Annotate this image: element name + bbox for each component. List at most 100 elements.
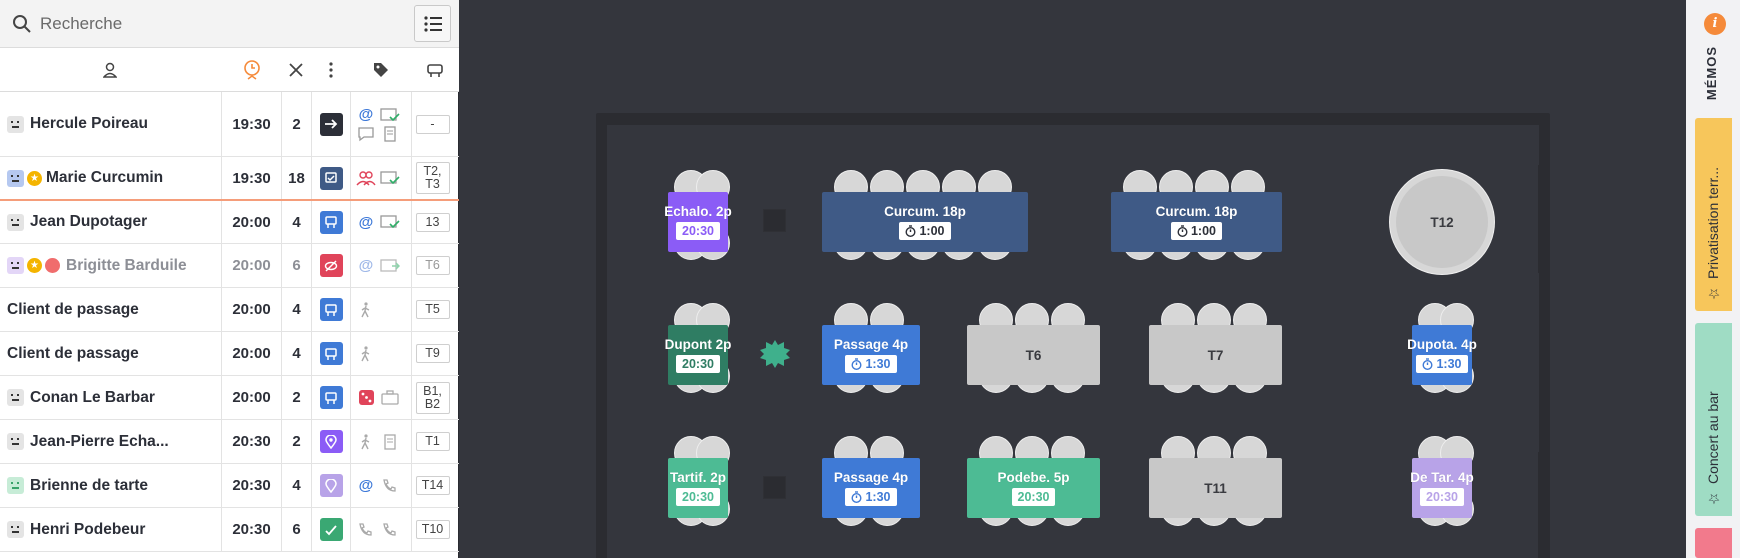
table-status-icon[interactable] [319,298,343,321]
walk-in-icon [361,433,370,449]
email-icon: @ [358,257,374,274]
table-status-icon[interactable] [319,210,343,234]
reservation-row[interactable]: Client de passage 20:00 4 T9 [0,332,459,376]
small-table-marker[interactable] [763,209,786,232]
memo-tab-label: Concert au bar [1705,391,1721,484]
assigned-table[interactable]: T9 [415,344,450,363]
guest-face-icon [7,433,24,450]
floor-table[interactable]: T6 [967,325,1100,385]
cancelled-icon[interactable] [319,254,343,277]
timer-icon [1422,358,1433,370]
memo-tab-label: Privatisation terr... [1705,166,1721,279]
table-label: Curcum. 18p [884,204,966,219]
table-label: Dupont 2p [664,337,732,352]
floor-table[interactable]: Passage 4p 1:30 [822,458,920,518]
table-time-badge: 1:30 [845,355,897,373]
reservation-row[interactable]: Jean-Pierre Echa... 20:30 2 T1 [0,420,459,464]
more-options-icon[interactable] [321,60,341,80]
covers-icon[interactable] [286,60,306,80]
table-time-value: 20:30 [682,224,714,238]
reservation-row[interactable]: ★ Brigitte Barduile 20:00 6 @ T6 [0,244,459,288]
assigned-table[interactable]: T10 [415,520,450,539]
note-icon [384,125,396,142]
guest-face-icon [7,115,24,133]
briefcase-icon [381,389,399,405]
dice-icon [359,389,374,405]
reservation-row[interactable]: Brienne de tarte 20:30 4 @ T14 [0,464,459,508]
small-table-marker[interactable] [763,476,786,499]
floor-table[interactable]: Dupont 2p 20:30 [665,325,731,385]
floor-table[interactable]: T7 [1149,325,1282,385]
reservation-time: 20:00 [221,201,281,243]
seated-icon[interactable] [319,166,343,190]
assigned-table[interactable]: T14 [415,476,450,495]
pending-icon[interactable] [319,474,343,497]
floor-table[interactable]: Curcum. 18p 1:00 [822,192,1028,252]
reservation-row[interactable]: Henri Podebeur 20:30 6 T10 [0,508,459,552]
info-icon[interactable]: i [1704,13,1726,35]
assigned-table[interactable]: T2, T3 [415,162,450,194]
search-input[interactable] [40,10,400,38]
floor-plan[interactable]: Echalo. 2p 20:30 Curcum. 18p 1:00 Curcum. 18… [460,0,1686,558]
reservation-covers: 4 [281,464,311,507]
timer-icon [905,225,916,237]
reservation-row[interactable]: Client de passage 20:00 4 T5 [0,288,459,332]
sort-by-time-icon[interactable] [242,60,262,80]
reservation-row[interactable]: Hercule Poireau 19:30 2 @ - [0,92,459,157]
assigned-table[interactable]: T5 [415,300,450,319]
reservation-time: 19:30 [221,92,281,156]
arrow-right-icon[interactable] [319,112,343,136]
assigned-table[interactable]: 13 [415,212,450,232]
floor-table[interactable]: De Tar. 4p 20:30 [1410,458,1474,518]
guest-name: Henri Podebeur [30,520,146,538]
table-status-icon[interactable] [319,386,343,409]
list-icon [423,15,442,32]
email-icon: @ [358,477,374,494]
memo-tab-privatisation[interactable]: ☆ Privatisation terr... [1695,118,1732,311]
memo-tab-more[interactable] [1695,528,1732,558]
guest-face-icon [7,477,24,494]
assigned-table[interactable]: B1, B2 [415,381,450,414]
reservation-row[interactable]: Jean Dupotager 20:00 4 @ 13 [0,201,459,244]
floor-table[interactable]: Passage 4p 1:30 [822,325,920,385]
floor-table[interactable]: Dupota. 4p 1:30 [1407,325,1477,385]
table-time-badge: 1:30 [1416,355,1468,373]
reservation-time: 20:00 [221,376,281,419]
reservation-row[interactable]: Conan Le Barbar 20:00 2 B1, B2 [0,376,459,420]
email-icon: @ [358,106,374,123]
confirmed-icon[interactable] [319,518,343,541]
reservation-covers: 2 [281,376,311,419]
sort-by-guest-icon[interactable] [100,60,120,80]
floor-table[interactable]: T11 [1149,458,1282,518]
reservation-covers: 18 [281,157,311,199]
reservation-row[interactable]: ★ Marie Curcumin 19:30 18 T2, T3 [0,157,459,201]
note-icon [384,433,396,450]
guest-name: Client de passage [7,300,139,318]
tag-icon[interactable] [371,60,391,80]
floor-table[interactable]: Curcum. 18p 1:00 [1111,192,1282,252]
floor-table[interactable]: Echalo. 2p 20:30 [664,192,732,252]
table-label: Podebe. 5p [997,470,1070,485]
comment-icon [358,126,374,141]
guest-name: Brienne de tarte [30,476,149,494]
assigned-table[interactable]: - [415,114,450,134]
location-pin-icon[interactable] [319,430,343,453]
table-icon[interactable] [425,60,445,80]
assigned-table[interactable]: T1 [415,432,450,451]
table-time-badge: 1:00 [1170,222,1223,240]
reservation-time: 19:30 [221,157,281,199]
memo-tab-concert[interactable]: ☆ Concert au bar [1695,323,1732,516]
list-view-button[interactable] [414,5,451,42]
floor-table[interactable]: Podebe. 5p 20:30 [967,458,1100,518]
reservation-covers: 4 [281,288,311,331]
table-label: Tartif. 2p [669,470,726,485]
table-time-badge: 20:30 [1420,488,1464,506]
floor-table[interactable]: Tartif. 2p 20:30 [668,458,728,518]
table-time-value: 1:30 [1436,357,1462,371]
table-status-icon[interactable] [319,342,343,365]
checklist-icon [380,107,400,121]
assigned-table[interactable]: T6 [415,256,450,275]
floor-table[interactable]: T12 [1396,176,1488,268]
table-label: Passage 4p [833,337,909,352]
reservation-time: 20:00 [221,332,281,375]
